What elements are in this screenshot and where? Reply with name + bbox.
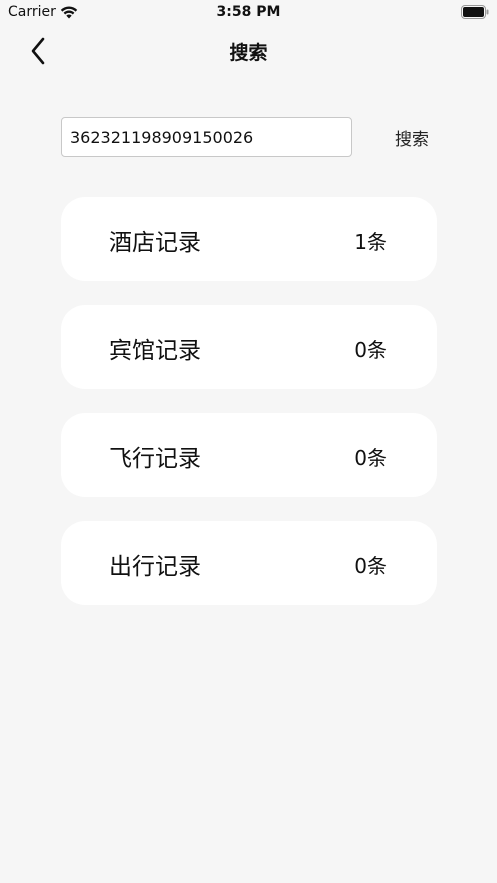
record-label: 宾馆记录 <box>109 338 201 364</box>
record-label: 飞行记录 <box>109 446 201 472</box>
status-bar: Carrier 3:58 PM <box>0 0 497 26</box>
search-input[interactable] <box>61 117 352 157</box>
record-count: 1条 <box>354 230 387 254</box>
status-time: 3:58 PM <box>216 4 281 20</box>
record-count: 0条 <box>354 446 387 470</box>
battery-icon <box>461 5 489 19</box>
record-card-flight[interactable]: 飞行记录 0条 <box>61 413 437 497</box>
record-card-guesthouse[interactable]: 宾馆记录 0条 <box>61 305 437 389</box>
record-count: 0条 <box>354 554 387 578</box>
record-card-travel[interactable]: 出行记录 0条 <box>61 521 437 605</box>
navigation-bar: 搜索 <box>0 26 497 74</box>
record-label: 酒店记录 <box>109 230 201 256</box>
record-label: 出行记录 <box>109 554 201 580</box>
record-card-hotel[interactable]: 酒店记录 1条 <box>61 197 437 281</box>
search-button[interactable]: 搜索 <box>380 117 444 157</box>
page-title: 搜索 <box>229 42 268 64</box>
record-count: 0条 <box>354 338 387 362</box>
